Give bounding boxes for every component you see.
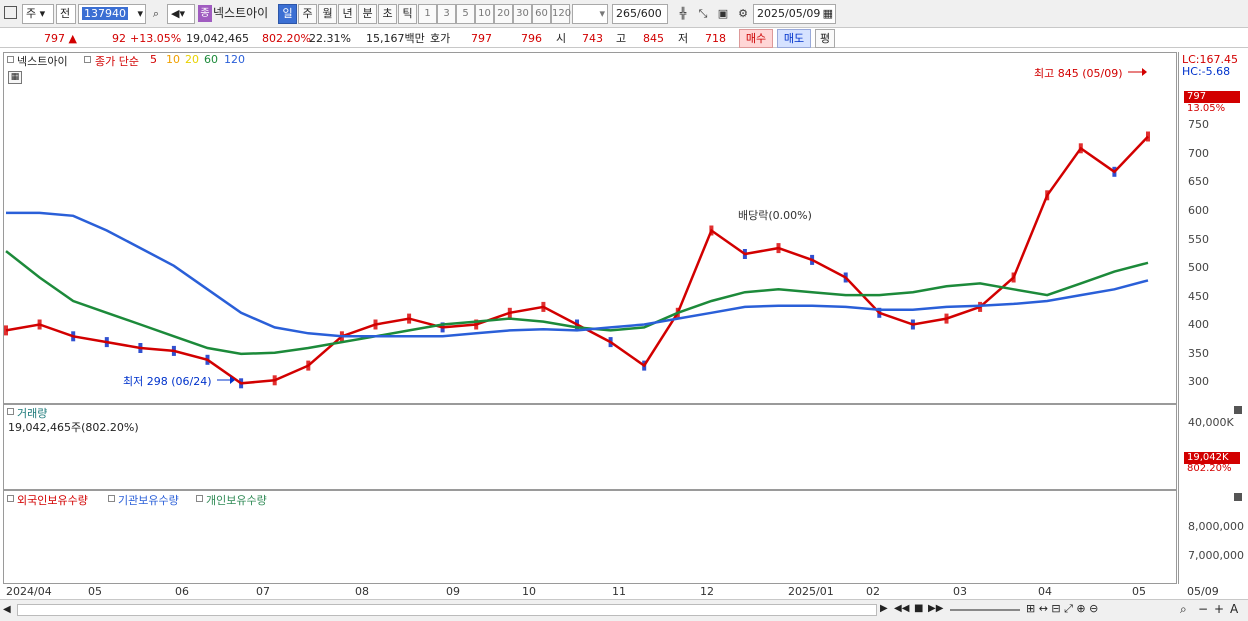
holdings-y-tick: 8,000,000 bbox=[1188, 520, 1244, 533]
scroll-left-icon[interactable]: ◀ bbox=[3, 603, 15, 617]
holdings-axis: 8,000,000 7,000,000 bbox=[1178, 490, 1244, 584]
holdings-y-tick: 7,000,000 bbox=[1188, 549, 1244, 562]
y-tick: 400 bbox=[1188, 318, 1209, 331]
y-tick: 450 bbox=[1188, 290, 1209, 303]
ma-60-line bbox=[5, 250, 1149, 356]
volume-last-pct: 802.20% bbox=[1187, 463, 1232, 474]
volume-summary: 19,042,465주(802.20%) bbox=[8, 421, 139, 434]
ma-5-line bbox=[5, 135, 1149, 385]
bottom-nav-bar: ◀ ▶ ◀◀ ■ ▶▶ ⊞ ↔ ⊟ ⤢ ⊕ ⊖ ⌕ − + A bbox=[0, 599, 1248, 621]
search-icon[interactable]: ⌕ bbox=[1180, 602, 1187, 617]
close-pane-icon[interactable] bbox=[1234, 406, 1242, 414]
volume-axis: 40,000K bbox=[1178, 404, 1244, 490]
x-label: 10 bbox=[522, 585, 536, 598]
x-label: 09 bbox=[446, 585, 460, 598]
volume-toggle-icon[interactable] bbox=[7, 408, 14, 415]
zoom-slider[interactable] bbox=[950, 609, 1020, 611]
text-size-icon[interactable]: A bbox=[1230, 602, 1238, 616]
volume-axis-label: 40,000K bbox=[1188, 416, 1234, 429]
fast-forward-icon[interactable]: ▶▶ bbox=[928, 603, 943, 614]
x-axis-right-label: 05/09 bbox=[1187, 585, 1219, 598]
candles-group bbox=[4, 131, 1150, 389]
high-arrow-icon bbox=[1142, 68, 1147, 76]
inst-toggle-icon[interactable] bbox=[108, 495, 115, 502]
x-label: 03 bbox=[953, 585, 967, 598]
volume-pane[interactable] bbox=[3, 404, 1177, 490]
x-label: 08 bbox=[355, 585, 369, 598]
x-label: 2024/04 bbox=[6, 585, 52, 598]
zoom-out-icon[interactable]: − bbox=[1198, 602, 1208, 616]
foreign-legend: 외국인보유수량 bbox=[17, 494, 88, 507]
current-price-tag: 797 bbox=[1184, 91, 1240, 103]
y-tick: 700 bbox=[1188, 147, 1209, 160]
y-tick: 600 bbox=[1188, 204, 1209, 217]
holdings-pane[interactable] bbox=[3, 490, 1177, 584]
stop-icon[interactable]: ■ bbox=[914, 603, 923, 614]
y-tick: 300 bbox=[1188, 375, 1209, 388]
indiv-toggle-icon[interactable] bbox=[196, 495, 203, 502]
x-label: 12 bbox=[700, 585, 714, 598]
tool-icons[interactable]: ⊞ ↔ ⊟ ⤢ ⊕ ⊖ bbox=[1026, 602, 1098, 616]
current-pct-label: 13.05% bbox=[1187, 103, 1226, 114]
x-label: 02 bbox=[866, 585, 880, 598]
rewind-icon[interactable]: ◀◀ bbox=[894, 603, 909, 614]
high-note: 최고 845 (05/09) bbox=[1034, 67, 1123, 80]
moving-average-lines bbox=[5, 135, 1149, 385]
x-label: 11 bbox=[612, 585, 626, 598]
horizontal-scrollbar[interactable] bbox=[17, 604, 877, 616]
x-label: 05 bbox=[1132, 585, 1146, 598]
x-label: 2025/01 bbox=[788, 585, 834, 598]
holdings-toggle-icon[interactable] bbox=[7, 495, 14, 502]
dividend-note: 배당락(0.00%) bbox=[738, 209, 812, 222]
x-label: 07 bbox=[256, 585, 270, 598]
x-label: 06 bbox=[175, 585, 189, 598]
close-holdings-pane-icon[interactable] bbox=[1234, 493, 1242, 501]
y-tick: 350 bbox=[1188, 347, 1209, 360]
zoom-in-icon[interactable]: + bbox=[1214, 602, 1224, 616]
low-note: 최저 298 (06/24) bbox=[123, 375, 212, 388]
ma-120-line bbox=[6, 211, 1149, 338]
x-label: 05 bbox=[88, 585, 102, 598]
y-tick: 500 bbox=[1188, 261, 1209, 274]
y-tick: 750 bbox=[1188, 118, 1209, 131]
y-tick: 650 bbox=[1188, 175, 1209, 188]
individual-legend: 개인보유수량 bbox=[206, 494, 267, 507]
play-icon[interactable]: ▶ bbox=[880, 603, 888, 614]
institution-legend: 기관보유수량 bbox=[118, 494, 179, 507]
y-tick: 550 bbox=[1188, 233, 1209, 246]
x-label: 04 bbox=[1038, 585, 1052, 598]
hc-label: HC:-5.68 bbox=[1182, 65, 1231, 78]
